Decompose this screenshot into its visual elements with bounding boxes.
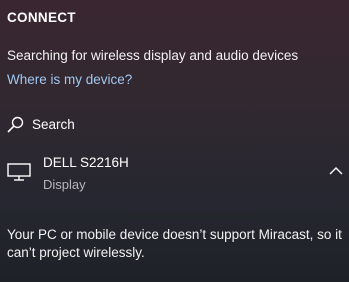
device-type: Display xyxy=(43,177,86,192)
search-status-text: Searching for wireless display and audio… xyxy=(7,48,299,63)
search-label: Search xyxy=(32,116,75,132)
search-icon xyxy=(7,116,24,133)
miracast-unsupported-message: Your PC or mobile device doesn’t support… xyxy=(7,227,342,260)
panel-title: CONNECT xyxy=(7,10,76,25)
chevron-up-icon[interactable] xyxy=(329,162,343,180)
connect-panel: CONNECT Searching for wireless display a… xyxy=(0,0,349,282)
device-name: DELL S2216H xyxy=(43,155,129,170)
where-is-my-device-link[interactable]: Where is my device? xyxy=(7,72,132,87)
monitor-icon xyxy=(7,163,31,186)
device-item[interactable]: DELL S2216H Display xyxy=(0,152,349,196)
search-button[interactable]: Search xyxy=(7,114,75,134)
